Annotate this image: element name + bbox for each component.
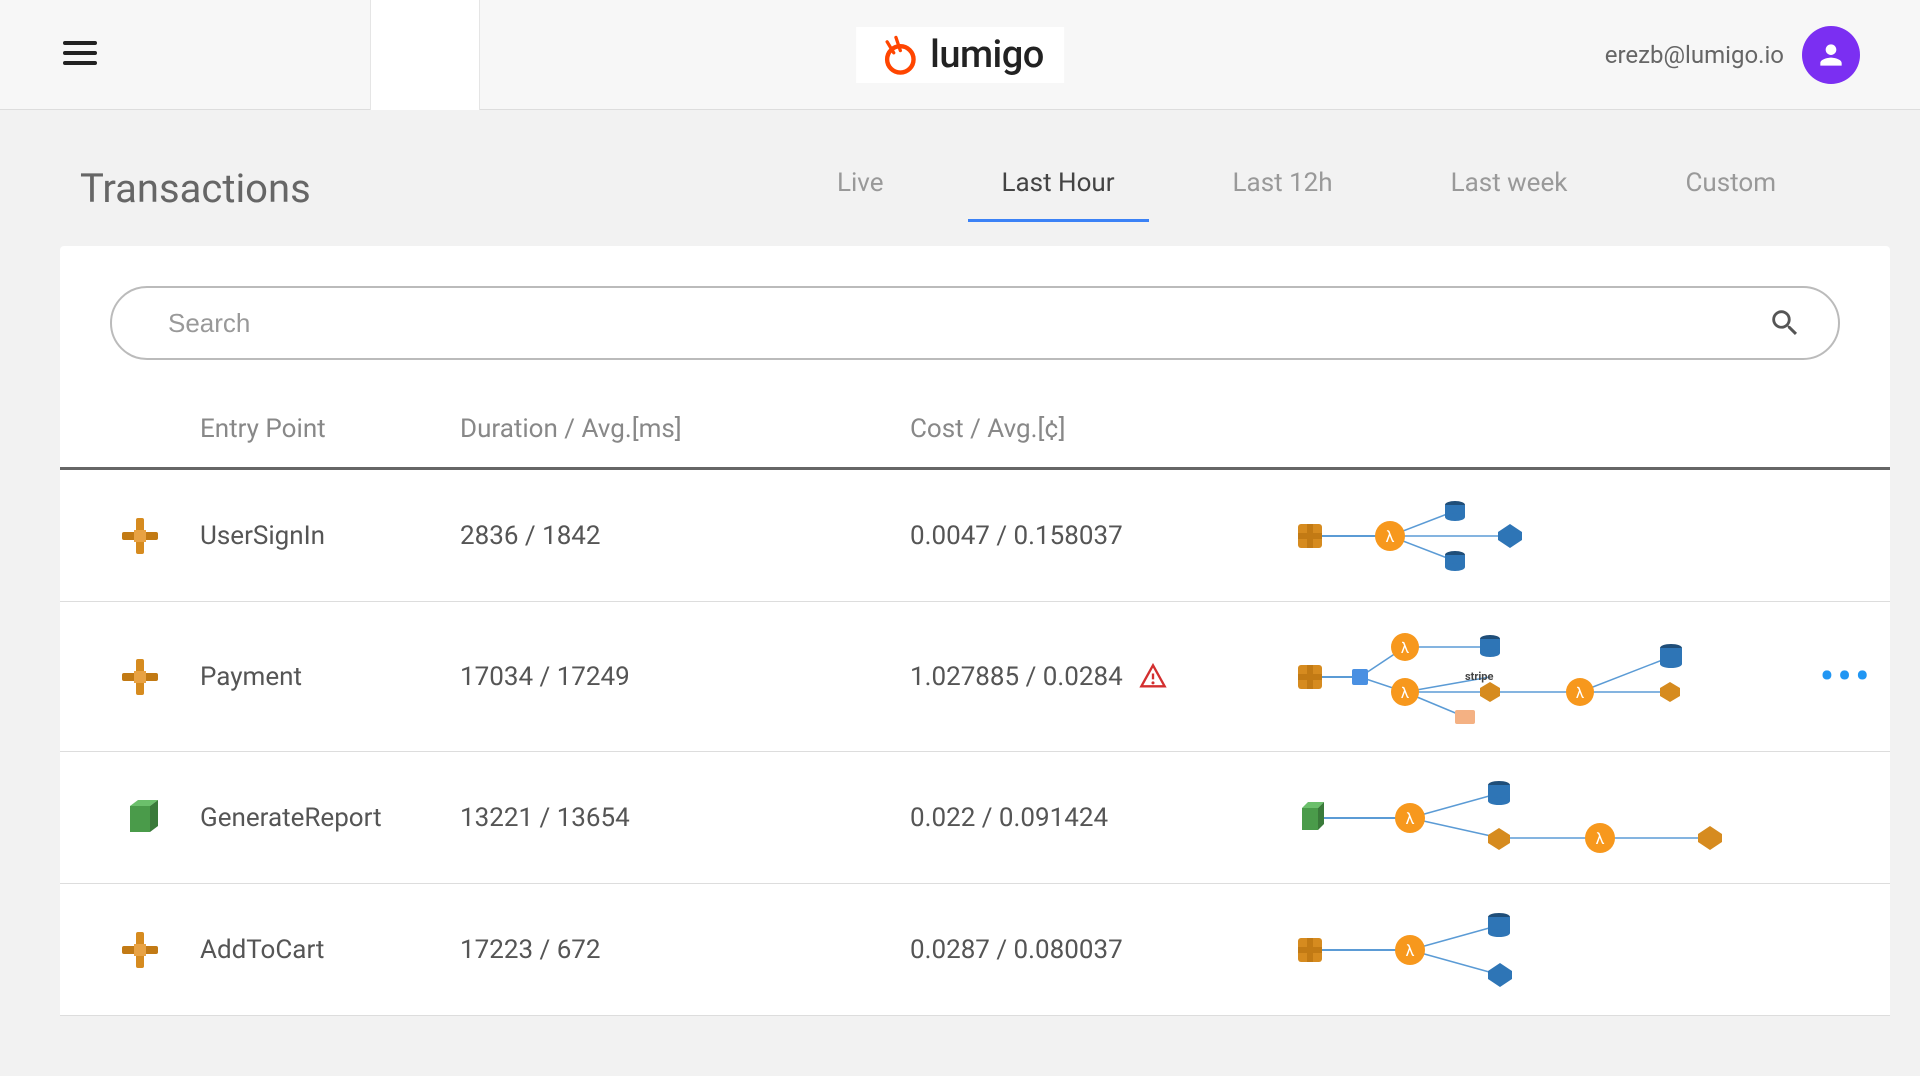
warning-icon <box>1139 663 1167 691</box>
entry-name: AddToCart <box>200 935 460 965</box>
tab-custom[interactable]: Custom <box>1681 160 1780 216</box>
svg-text:λ: λ <box>1401 639 1409 657</box>
user-area: erezb@lumigo.io <box>1605 26 1860 84</box>
tab-last-week[interactable]: Last week <box>1447 160 1572 216</box>
table-row[interactable]: Payment 17034 / 17249 1.027885 / 0.0284 <box>60 602 1890 752</box>
blank-tab <box>370 0 480 110</box>
table-header: Entry Point Duration / Avg.[ms] Cost / A… <box>60 390 1890 470</box>
duration-value: 17223 / 672 <box>460 935 910 965</box>
col-entry: Entry Point <box>200 414 460 444</box>
tab-last-hour[interactable]: Last Hour <box>998 160 1119 216</box>
flow-diagram: λ <box>1290 491 1850 581</box>
cost-value: 0.022 / 0.091424 <box>910 803 1108 833</box>
brand-text: lumigo <box>930 33 1044 77</box>
duration-value: 2836 / 1842 <box>460 521 910 551</box>
cost-value: 1.027885 / 0.0284 <box>910 662 1123 692</box>
search-field[interactable] <box>110 286 1840 360</box>
transactions-card: Entry Point Duration / Avg.[ms] Cost / A… <box>60 246 1890 1016</box>
search-wrap <box>110 286 1840 360</box>
more-icon[interactable]: ••• <box>1820 655 1873 699</box>
user-avatar[interactable] <box>1802 26 1860 84</box>
brand-logo: lumigo <box>856 27 1064 83</box>
col-duration: Duration / Avg.[ms] <box>460 414 910 444</box>
flow-diagram: λ λ <box>1290 773 1850 863</box>
cost-value: 0.0287 / 0.080037 <box>910 935 1123 965</box>
user-email: erezb@lumigo.io <box>1605 41 1784 69</box>
table-row[interactable]: AddToCart 17223 / 672 0.0287 / 0.080037 … <box>60 884 1890 1016</box>
api-gateway-icon <box>120 657 160 697</box>
api-gateway-icon <box>120 930 160 970</box>
svg-text:stripe: stripe <box>1465 670 1493 683</box>
cost-value: 0.0047 / 0.158037 <box>910 521 1123 551</box>
svg-text:λ: λ <box>1401 684 1409 702</box>
duration-value: 17034 / 17249 <box>460 662 910 692</box>
subheader: Transactions Live Last Hour Last 12h Las… <box>0 110 1920 246</box>
transactions-table: Entry Point Duration / Avg.[ms] Cost / A… <box>60 390 1890 1016</box>
svg-text:λ: λ <box>1406 809 1415 828</box>
svg-text:λ: λ <box>1576 684 1584 702</box>
entry-name: UserSignIn <box>200 521 460 551</box>
duration-value: 13221 / 13654 <box>460 803 910 833</box>
api-gateway-icon <box>120 516 160 556</box>
time-range-tabs: Live Last Hour Last 12h Last week Custom <box>833 160 1780 216</box>
tab-live[interactable]: Live <box>833 160 888 216</box>
svg-text:λ: λ <box>1596 829 1605 848</box>
search-icon <box>1768 306 1802 340</box>
lumigo-icon <box>876 33 920 77</box>
database-green-icon <box>120 798 160 838</box>
svg-text:λ: λ <box>1386 527 1395 546</box>
hamburger-icon <box>60 33 100 73</box>
menu-button[interactable] <box>60 33 100 77</box>
flow-diagram: λ λ stripe λ ••• <box>1290 622 1873 732</box>
col-cost: Cost / Avg.[¢] <box>910 414 1290 444</box>
page-title: Transactions <box>80 165 311 212</box>
entry-name: Payment <box>200 662 460 692</box>
entry-name: GenerateReport <box>200 803 460 833</box>
table-row[interactable]: UserSignIn 2836 / 1842 0.0047 / 0.158037… <box>60 470 1890 602</box>
search-input[interactable] <box>168 308 1768 339</box>
svg-text:λ: λ <box>1406 941 1415 960</box>
table-row[interactable]: GenerateReport 13221 / 13654 0.022 / 0.0… <box>60 752 1890 884</box>
person-icon <box>1815 39 1847 71</box>
tab-last-12h[interactable]: Last 12h <box>1229 160 1337 216</box>
flow-diagram: λ <box>1290 905 1850 995</box>
header: lumigo erezb@lumigo.io <box>0 0 1920 110</box>
